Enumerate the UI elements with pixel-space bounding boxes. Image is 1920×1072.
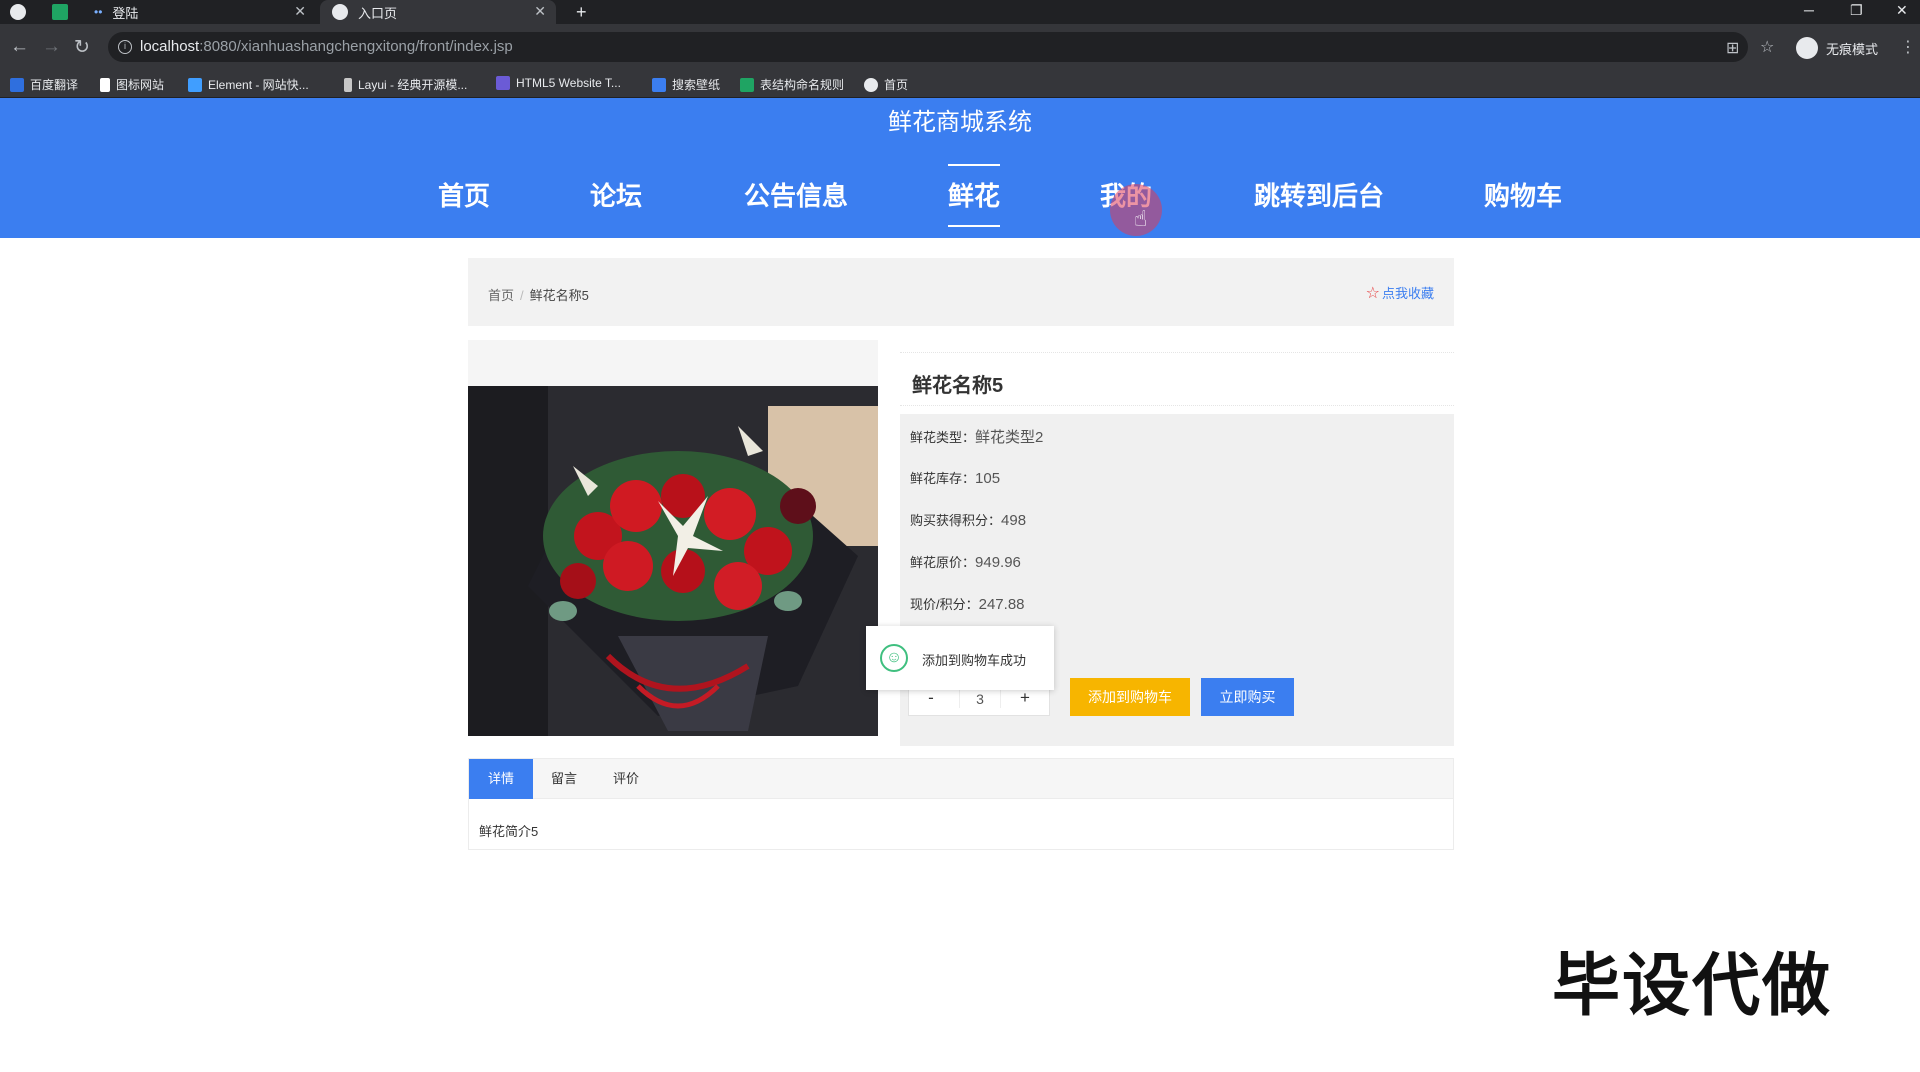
html5-logo-icon — [496, 76, 510, 90]
field-flower-type: 鲜花类型：鲜花类型2 — [910, 429, 1044, 446]
quantity-input[interactable]: 3 — [959, 690, 1001, 708]
field-points: 购买获得积分：498 — [910, 512, 1027, 529]
product-name: 鲜花名称5 — [912, 375, 1004, 397]
quantity-plus-button[interactable]: + — [1015, 688, 1035, 708]
field-original-price: 鲜花原价：949.96 — [910, 554, 1021, 571]
flag-icon — [100, 77, 110, 92]
bookmark-icon-site[interactable]: 图标网站 — [100, 76, 164, 93]
product-description: 鲜花简介5 — [479, 824, 539, 839]
browser-tab-label: 登陆 — [112, 5, 139, 21]
nav-cart[interactable]: 购物车 — [1484, 176, 1562, 213]
tab-details[interactable]: 详情 — [469, 759, 533, 799]
bookmark-baidu-translate[interactable]: 百度翻译 — [10, 76, 78, 93]
close-window-icon[interactable]: ✕ — [1896, 2, 1908, 19]
close-tab-icon[interactable]: ✕ — [534, 3, 546, 20]
add-to-cart-button[interactable]: 添加到购物车 — [1070, 678, 1190, 716]
bookmark-element[interactable]: Element - 网站快... — [188, 76, 309, 93]
bookmark-layui[interactable]: Layui - 经典开源模... — [344, 76, 467, 93]
browser-tab-strip: •• 登陆 ✕ 入口页 ✕ + ─ ❐ ✕ — [0, 0, 1920, 24]
quantity-minus-button[interactable]: - — [921, 688, 941, 708]
field-current-price: 现价/积分：247.88 — [910, 596, 1025, 613]
hand-cursor-icon: ☝ — [1134, 206, 1148, 231]
nav-admin[interactable]: 跳转到后台 — [1254, 176, 1384, 213]
favorite-button[interactable]: ☆ 点我收藏 — [1366, 283, 1434, 303]
browser-tab-pinned-2[interactable] — [52, 0, 78, 24]
sheet-icon — [740, 77, 754, 92]
nav-home[interactable]: 首页 — [438, 176, 490, 213]
globe-icon — [332, 4, 348, 20]
back-icon[interactable]: ← — [10, 36, 29, 58]
nav-forum[interactable]: 论坛 — [590, 176, 642, 213]
product-image — [468, 386, 878, 736]
star-icon: ☆ — [1365, 285, 1380, 302]
breadcrumb-home[interactable]: 首页 — [488, 288, 514, 303]
close-tab-icon[interactable]: ✕ — [294, 3, 306, 20]
bookmark-star-icon[interactable]: ☆ — [1760, 37, 1774, 57]
new-tab-button[interactable]: + — [576, 0, 587, 24]
toast-message: 添加到购物车成功 — [922, 653, 1027, 668]
bookmark-html5-templates[interactable]: HTML5 Website T... — [496, 76, 621, 90]
browser-tab-label: 入口页 — [358, 5, 398, 21]
globe-icon — [864, 77, 878, 92]
field-stock: 鲜花库存：105 — [910, 470, 1001, 487]
image-frame-top — [468, 340, 878, 386]
menu-icon[interactable]: ⋮ — [1900, 37, 1916, 57]
reload-icon[interactable]: ↻ — [74, 36, 90, 59]
detail-tabs-panel: 详情 留言 评价 鲜花简介5 — [468, 758, 1454, 850]
globe-icon — [10, 4, 26, 20]
wallpaper-logo-icon — [652, 77, 666, 92]
success-toast: ☺ 添加到购物车成功 — [866, 626, 1054, 690]
nav-flowers[interactable]: 鲜花 — [948, 164, 1001, 227]
profile-label: 无痕模式 — [1826, 41, 1879, 57]
site-title: 鲜花商城系统 — [888, 109, 1032, 136]
breadcrumb: 首页 / 鲜花名称5 — [488, 288, 589, 303]
smile-icon: ☺ — [880, 644, 908, 672]
incognito-icon — [1796, 37, 1818, 59]
bouquet-photo — [468, 386, 878, 736]
watermark-text: 毕设代做 — [1552, 948, 1833, 1024]
profile-button[interactable]: 无痕模式 — [1796, 37, 1878, 59]
sheet-icon — [52, 4, 68, 20]
translate-icon[interactable]: ⊞ — [1726, 38, 1739, 58]
url-text: localhost:8080/xianhuashangchengxitong/f… — [140, 38, 513, 55]
minimize-icon[interactable]: ─ — [1804, 2, 1814, 18]
tab-messages[interactable]: 留言 — [533, 759, 595, 799]
address-bar[interactable]: i localhost:8080/xianhuashangchengxitong… — [108, 32, 1748, 62]
nav-announcements[interactable]: 公告信息 — [744, 176, 848, 213]
breadcrumb-panel: 首页 / 鲜花名称5 ☆ 点我收藏 — [468, 258, 1454, 326]
restore-icon[interactable]: ❐ — [1850, 2, 1863, 19]
bookmark-home[interactable]: 首页 — [864, 76, 908, 93]
browser-tab-entry[interactable]: 入口页 ✕ — [320, 0, 556, 24]
forward-icon[interactable]: → — [42, 36, 61, 58]
tabs-header: 详情 留言 评价 — [469, 759, 1453, 799]
element-logo-icon — [188, 77, 202, 92]
breadcrumb-current: 鲜花名称5 — [529, 288, 589, 303]
bookmarks-bar: 百度翻译 图标网站 Element - 网站快... Layui - 经典开源模… — [0, 70, 1920, 98]
bookmark-wallpaper[interactable]: 搜索壁纸 — [652, 76, 720, 93]
translate-bookmark-icon — [10, 77, 24, 92]
product-name-panel: 鲜花名称5 — [900, 352, 1454, 406]
browser-tab-pinned-1[interactable] — [10, 0, 36, 24]
buy-now-button[interactable]: 立即购买 — [1201, 678, 1294, 716]
site-info-icon[interactable]: i — [118, 40, 132, 54]
bookmark-naming-rules[interactable]: 表结构命名规则 — [740, 76, 844, 93]
tab-reviews[interactable]: 评价 — [595, 759, 657, 799]
dots-icon: •• — [94, 5, 103, 19]
layui-logo-icon — [344, 77, 352, 92]
browser-tab-login[interactable]: •• 登陆 ✕ — [82, 0, 316, 24]
browser-toolbar: ← → ↻ i localhost:8080/xianhuashangcheng… — [0, 24, 1920, 70]
